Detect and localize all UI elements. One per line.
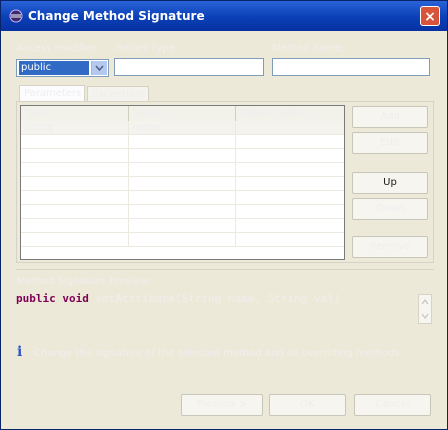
info-message: Change the signature of the selected met… [34,348,403,359]
cell-type: String [21,121,129,135]
table-row-empty [21,163,344,177]
up-button[interactable]: Up [352,172,428,194]
cell-default-value [236,121,344,135]
access-modifier-label: Access modifier: [17,43,100,54]
preview-scrollbar[interactable] [418,294,432,324]
eclipse-icon [9,9,23,23]
table-row-empty [21,233,344,247]
tab-parameters[interactable]: Parameters [19,85,85,101]
preview-button[interactable]: Preview > [181,394,263,416]
table-row-empty [21,149,344,163]
tab-exceptions[interactable]: Exceptions [87,86,149,102]
dialog-title: Change Method Signature [28,9,205,23]
preview-signature-text: setAttribute(String name, String val) [88,292,341,305]
parameters-table[interactable]: Type Name Default value String name [20,105,345,260]
table-row-empty [21,219,344,233]
close-button[interactable]: × [420,6,440,26]
ok-button[interactable]: OK [269,394,346,416]
separator [16,269,434,270]
method-signature-preview: public void setAttribute(String name, St… [16,292,416,314]
down-button[interactable]: Down [352,198,428,220]
table-row-empty [21,177,344,191]
preview-keyword: public void [16,292,89,305]
cell-name: name [129,121,236,135]
access-modifier-value: public [19,61,89,75]
method-name-field[interactable] [272,58,430,76]
table-header: Type Name Default value [21,106,344,122]
access-modifier-select[interactable]: public [16,59,109,77]
remove-button[interactable]: Remove [352,236,428,258]
table-row[interactable]: String name [21,121,344,135]
add-button[interactable]: Add [352,106,428,128]
column-header-default-value[interactable]: Default value [236,106,344,121]
return-type-label: Return type: [116,43,179,54]
method-signature-preview-label: Method Signature Preview: [17,276,151,287]
method-name-label: Method name: [272,43,345,54]
edit-button[interactable]: Edit [352,132,428,154]
return-type-field[interactable] [114,58,264,76]
change-method-signature-dialog: Change Method Signature × Access modifie… [0,0,448,430]
table-row-empty [21,205,344,219]
info-icon: i [17,344,23,360]
column-header-type[interactable]: Type [21,106,129,121]
column-header-name[interactable]: Name [129,106,236,121]
chevron-down-icon[interactable] [91,61,107,75]
table-row-empty [21,191,344,205]
table-row-empty [21,135,344,149]
title-bar[interactable]: Change Method Signature × [1,1,447,31]
cancel-button[interactable]: Cancel [354,394,431,416]
